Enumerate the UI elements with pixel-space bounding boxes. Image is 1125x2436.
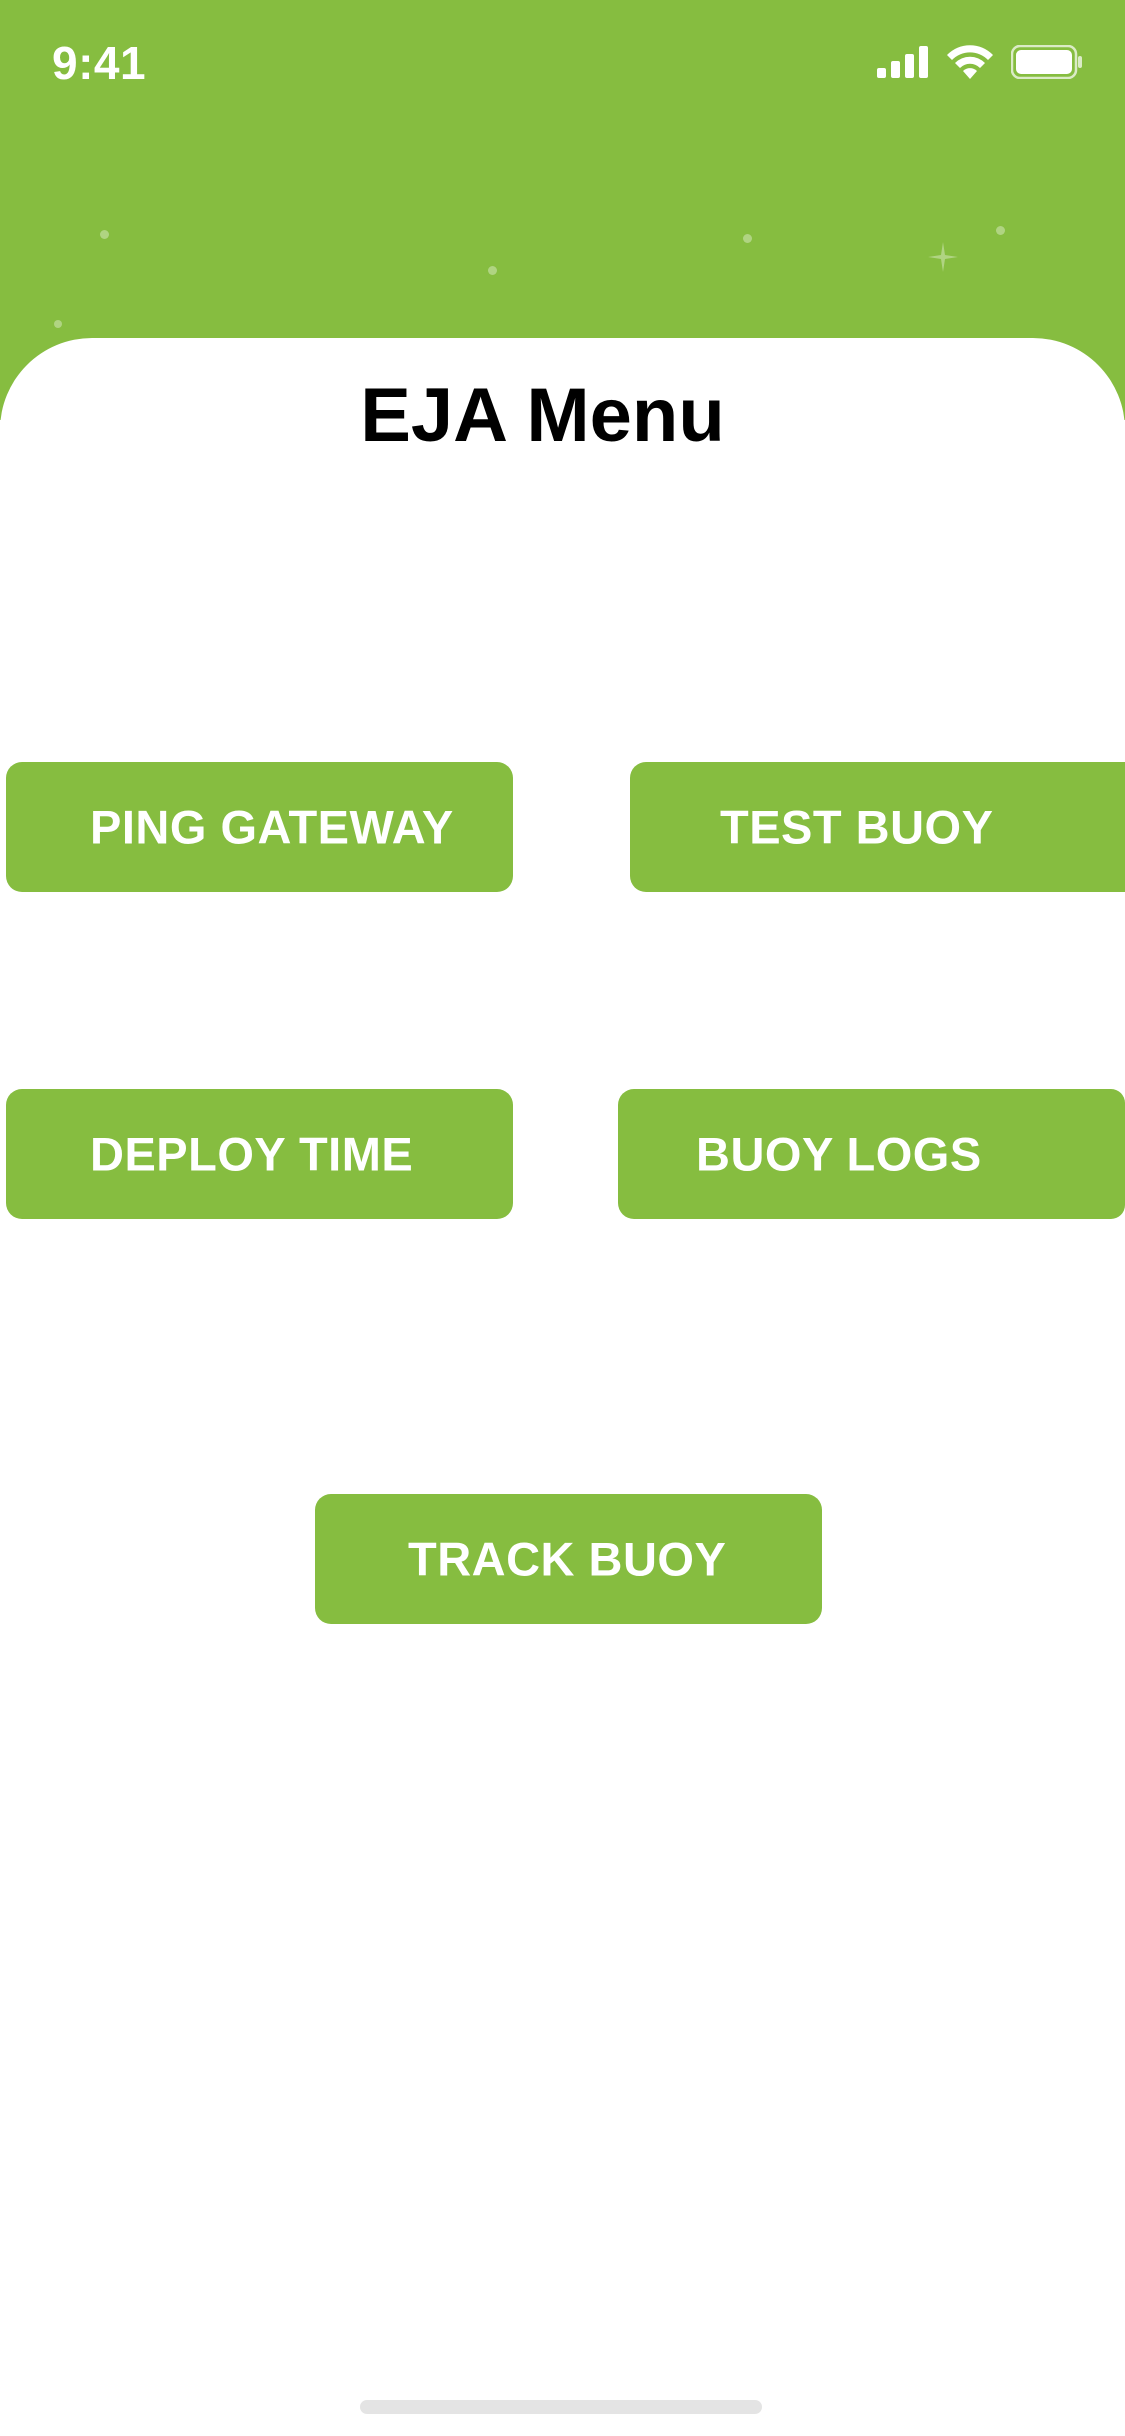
sparkle-dot [996, 226, 1005, 235]
deploy-time-button[interactable]: DEPLOY TIME [6, 1089, 513, 1219]
deploy-time-label: DEPLOY TIME [90, 1127, 414, 1181]
content-card [0, 338, 1125, 2436]
sparkle-dot [488, 266, 497, 275]
wifi-icon [947, 45, 993, 79]
battery-icon [1011, 45, 1082, 79]
status-bar-icons [877, 44, 1083, 80]
cellular-signal-icon [877, 46, 928, 78]
buoy-logs-button[interactable]: BUOY LOGS [618, 1089, 1125, 1219]
sparkle-star-icon [928, 242, 958, 272]
sparkle-dot [100, 230, 109, 239]
home-indicator[interactable] [360, 2400, 762, 2414]
status-bar-time: 9:41 [52, 37, 147, 89]
test-buoy-button[interactable]: TEST BUOY [630, 762, 1125, 892]
track-buoy-label: TRACK BUOY [408, 1532, 727, 1586]
page-title: EJA Menu [360, 373, 725, 458]
test-buoy-label: TEST BUOY [720, 800, 994, 854]
sparkle-dot [54, 320, 62, 328]
ping-gateway-button[interactable]: PING GATEWAY [6, 762, 513, 892]
track-buoy-button[interactable]: TRACK BUOY [315, 1494, 822, 1624]
sparkle-dot [743, 234, 752, 243]
ping-gateway-label: PING GATEWAY [90, 800, 454, 854]
buoy-logs-label: BUOY LOGS [696, 1127, 982, 1181]
